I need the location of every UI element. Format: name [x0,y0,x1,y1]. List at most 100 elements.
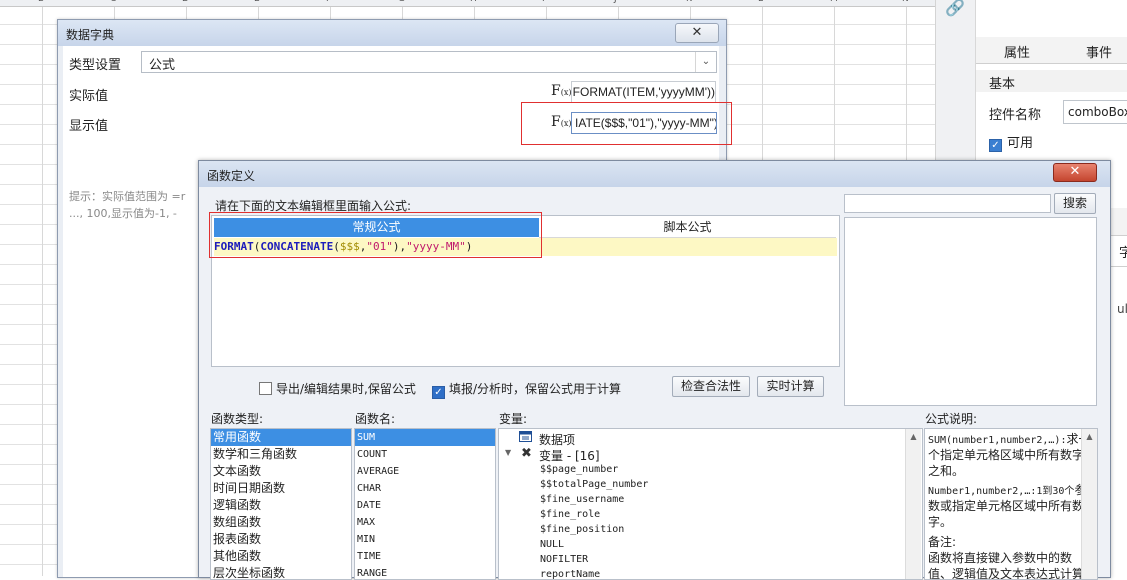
highlight-box [521,102,732,145]
list-item[interactable]: 常用函数 [211,429,351,446]
enabled-checkbox[interactable]: ✓ 可用 [989,132,1033,152]
function-preview-box [844,217,1097,406]
control-name-label: 控件名称 [989,108,1042,123]
highlight-box [209,212,542,258]
list-item[interactable]: COUNT [355,446,495,463]
search-input[interactable] [844,194,1051,213]
chevron-down-icon[interactable]: ▼ [505,448,511,457]
checkbox-checked-icon: ✓ [989,139,1002,152]
tree-item-variables[interactable]: 变量 - [16] [539,447,600,464]
search-button[interactable]: 搜索 [1054,193,1096,214]
list-item[interactable]: SUM [355,429,495,446]
list-item[interactable]: 时间日期函数 [211,480,351,497]
description-args: Number1,number2,…:1到30个参数或指定单元格区域中所有数字。 [928,483,1086,529]
list-item[interactable]: MAX [355,514,495,531]
column-letter: M [830,0,838,4]
variable-scrollbar[interactable]: ▲ [905,429,921,579]
description-scrollbar[interactable]: ▲ [1081,429,1097,579]
properties-tabs: 属性 事件 [976,37,1127,64]
type-select[interactable]: 公式 ⌄ [141,51,717,73]
tree-item[interactable]: reportName [540,569,600,579]
list-item[interactable]: 数组函数 [211,514,351,531]
list-item[interactable]: CHAR [355,480,495,497]
list-item[interactable]: 文本函数 [211,463,351,480]
close-button[interactable]: ✕ [675,23,719,43]
section-title: 基本 [989,77,1016,92]
list-item[interactable]: 数学和三角函数 [211,446,351,463]
list-item[interactable]: 其他函数 [211,548,351,565]
list-item[interactable]: TIME [355,548,495,565]
enabled-label: 可用 [1007,136,1034,151]
variable-icon: ✖ [521,446,532,461]
function-name-list[interactable]: SUM COUNT AVERAGE CHAR DATE MAX MIN TIME… [354,428,496,580]
formula-description-panel: SUM(number1,number2,…):求一个指定单元格区域中所有数字之和… [924,428,1098,580]
close-button[interactable]: ✕ [1053,163,1097,182]
type-select-value: 公式 [149,58,176,73]
link-icon[interactable]: 🔗 [945,0,965,17]
column-letter: N [902,0,909,4]
display-value-label: 显示值 [69,119,109,134]
basic-section-header[interactable]: 基本 [976,70,1127,92]
column-letter: K [686,0,692,4]
tree-item[interactable]: $fine_position [540,524,624,535]
list-item[interactable]: RANGE [355,565,495,579]
column-letter: D [182,0,189,4]
type-label: 类型设置 [69,58,122,73]
dialog-titlebar[interactable]: 函数定义 ✕ [199,161,1110,187]
list-item[interactable]: 报表函数 [211,531,351,548]
scroll-up-icon[interactable]: ▲ [1082,429,1097,444]
dialog-titlebar[interactable]: 数据字典 ✕ [58,20,726,46]
realtime-calc-button[interactable]: 实时计算 [757,376,824,397]
checkbox-label: 填报/分析时，保留公式用于计算 [449,382,622,396]
control-name-input[interactable]: comboBox0 [1063,100,1127,124]
actual-formula-input[interactable]: FORMAT(ITEM,'yyyyMM')) [571,81,716,103]
tree-item[interactable]: NOFILTER [540,554,588,565]
tree-item[interactable]: $$totalPage_number [540,479,648,490]
list-item[interactable]: 逻辑函数 [211,497,351,514]
function-type-label: 函数类型: [211,412,264,426]
column-letter: L [758,0,763,4]
function-type-list[interactable]: 常用函数 数学和三角函数 文本函数 时间日期函数 逻辑函数 数组函数 报表函数 … [210,428,352,580]
column-letter: H [470,0,477,4]
tree-item[interactable]: $$page_number [540,464,618,475]
tree-item[interactable]: $fine_role [540,509,600,520]
column-header-bar: B C D E F G H I J K L M N [0,0,935,7]
checkbox-checked-icon: ✓ [432,386,445,399]
tab-properties[interactable]: 属性 [1004,42,1030,61]
hint-line: 提示：实际值范围为 =r [69,190,186,203]
column-letter: C [110,0,116,4]
description-note-label: 备注: [928,535,957,549]
fill-keep-formula-checkbox[interactable]: ✓ 填报/分析时，保留公式用于计算 [432,380,621,399]
fx-icon[interactable]: F(x) [551,83,571,99]
column-letter: G [398,0,405,4]
checkbox-unchecked-icon [259,382,272,395]
scroll-up-icon[interactable]: ▲ [906,429,921,444]
column-letter: F [326,0,331,4]
check-validity-button[interactable]: 检查合法性 [672,376,750,397]
actual-formula-text: FORMAT(ITEM,'yyyyMM')) [572,85,715,99]
variable-tree[interactable]: 数据项 ▼ ✖ 变量 - [16] $$page_number $$totalP… [498,428,923,580]
list-item[interactable]: 层次坐标函数 [211,565,351,579]
dialog-title: 函数定义 [207,169,256,183]
tree-item[interactable]: $fine_username [540,494,624,505]
column-letter: B [38,0,44,4]
column-letter: E [254,0,260,4]
checkbox-label: 导出/编辑结果时,保留公式 [276,382,416,396]
function-name-label: 函数名: [355,412,396,426]
list-item[interactable]: MIN [355,531,495,548]
list-item[interactable]: AVERAGE [355,463,495,480]
function-definition-dialog: 函数定义 ✕ 请在下面的文本编辑框里面输入公式: 搜索 常规公式 脚本公式 FO… [198,160,1111,580]
chevron-down-icon[interactable]: ⌄ [695,52,716,72]
export-keep-formula-checkbox[interactable]: 导出/编辑结果时,保留公式 [259,380,416,397]
tree-item-data[interactable]: 数据项 [539,431,575,448]
list-item[interactable]: DATE [355,497,495,514]
hint-text: 提示：实际值范围为 =r ..., 100,显示值为-1, - [69,188,209,222]
tab-script-formula[interactable]: 脚本公式 [539,218,836,238]
column-letter: J [614,0,617,4]
variable-label: 变量: [499,412,528,426]
tab-events[interactable]: 事件 [1086,42,1112,61]
description-signature: SUM(number1,number2,…):求一个指定单元格区域中所有数字之和… [928,432,1091,478]
hint-line: ..., 100,显示值为-1, - [69,207,177,220]
tree-item[interactable]: NULL [540,539,564,550]
column-letter: I [542,0,545,4]
